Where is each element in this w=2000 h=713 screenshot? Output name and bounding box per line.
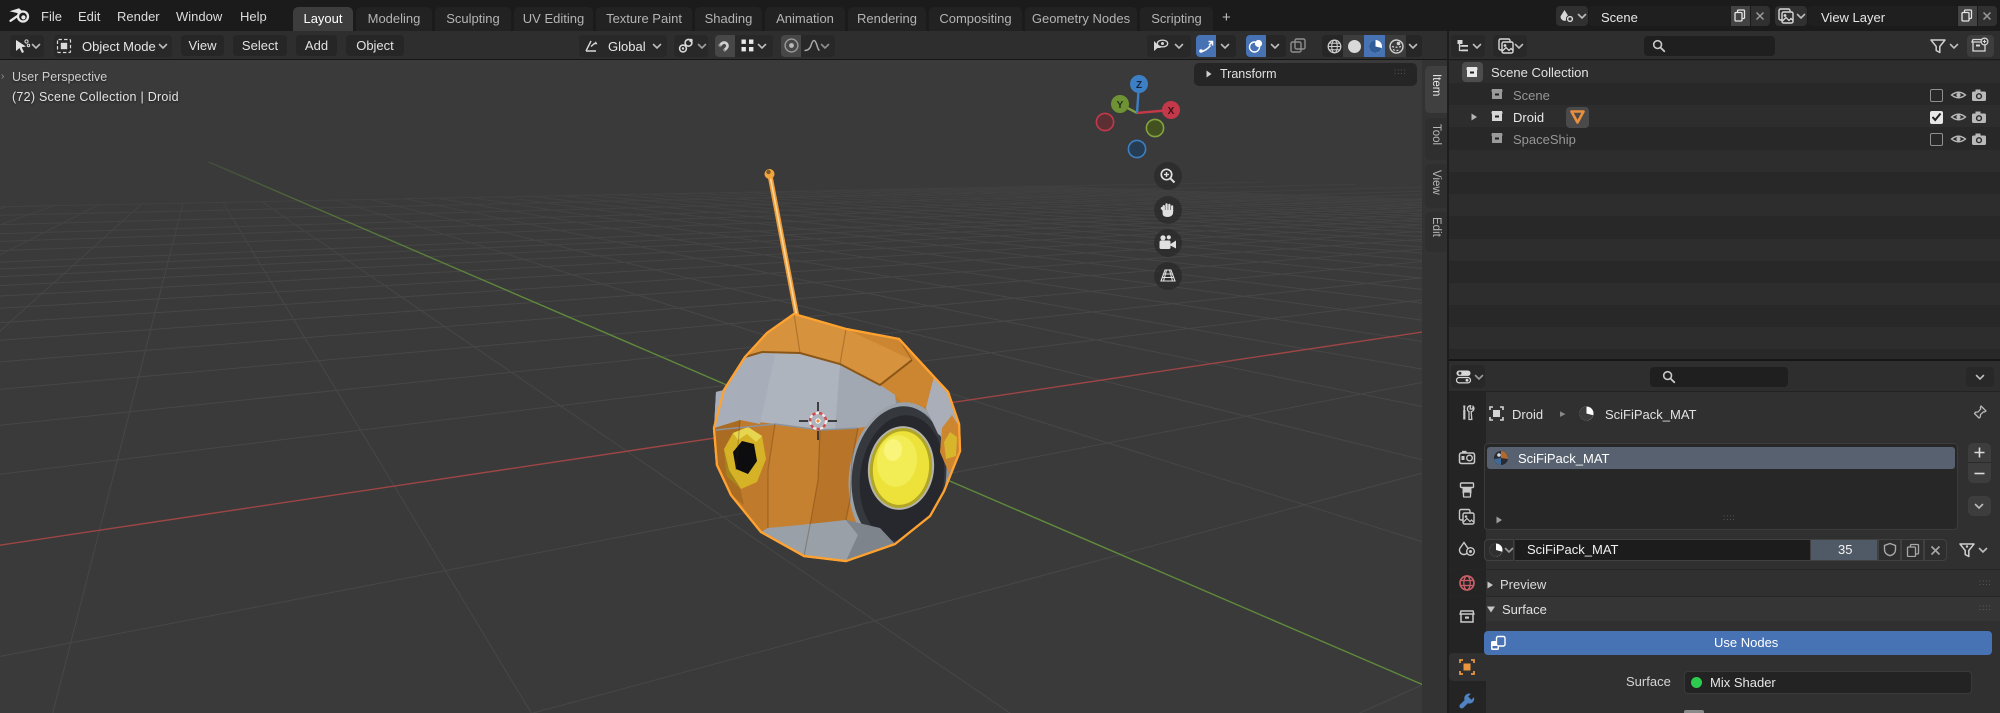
svg-text:Z: Z <box>1136 80 1142 91</box>
svg-text:X: X <box>1168 106 1175 117</box>
svg-text:Y: Y <box>1117 100 1124 111</box>
